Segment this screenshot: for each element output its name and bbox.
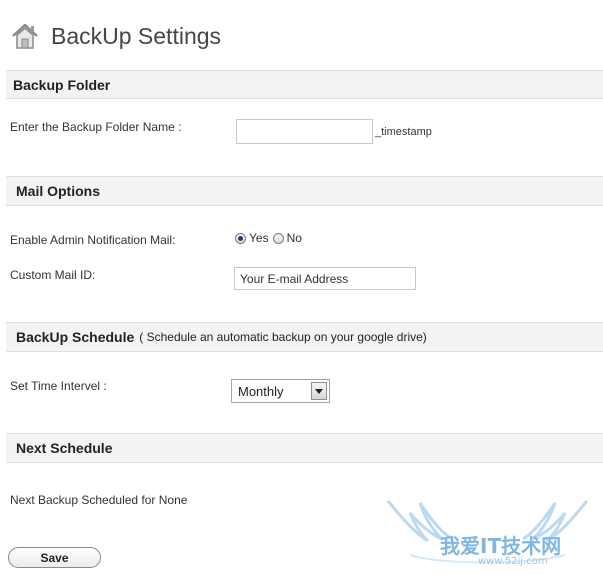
next-schedule-section-header: Next Schedule	[6, 433, 603, 463]
radio-yes[interactable]	[235, 232, 246, 244]
backup-folder-section-header: Backup Folder	[6, 70, 603, 99]
page-title: BackUp Settings	[51, 22, 222, 49]
radio-no[interactable]	[272, 232, 284, 244]
dropdown-arrow-icon[interactable]	[311, 382, 327, 400]
time-interval-select[interactable]: Monthly	[231, 379, 330, 403]
timestamp-suffix: _timestamp	[375, 126, 432, 138]
mail-options-section-header: Mail Options	[6, 176, 603, 206]
email-field[interactable]	[234, 267, 416, 290]
save-button[interactable]: Save	[8, 547, 101, 568]
backup-folder-input[interactable]	[236, 119, 373, 144]
watermark-url: www.52ij.com	[478, 556, 548, 567]
home-icon	[12, 23, 38, 49]
next-schedule-text: Next Backup Scheduled for None	[10, 493, 188, 507]
time-interval-value: Monthly	[238, 383, 284, 399]
notification-radio-group: Yes No	[235, 231, 306, 245]
schedule-section-header: BackUp Schedule ( Schedule an automatic …	[6, 322, 603, 352]
schedule-subheading: ( Schedule an automatic backup on your g…	[139, 330, 427, 344]
time-interval-label: Set Time Intervel :	[10, 379, 107, 393]
backup-folder-heading: Backup Folder	[13, 76, 111, 93]
watermark-text: 我爱IT技术网	[440, 534, 562, 558]
next-schedule-heading: Next Schedule	[16, 440, 113, 456]
schedule-heading: BackUp Schedule	[16, 329, 135, 345]
custom-mail-label: Custom Mail ID:	[10, 268, 96, 282]
backup-folder-label: Enter the Backup Folder Name :	[10, 120, 182, 134]
radio-no-label[interactable]: No	[287, 231, 302, 245]
notification-mail-label: Enable Admin Notification Mail:	[10, 233, 176, 247]
mail-options-heading: Mail Options	[16, 183, 100, 199]
radio-selected-dot	[238, 235, 243, 241]
radio-yes-label[interactable]: Yes	[249, 231, 269, 245]
page-header: BackUp Settings	[9, 18, 221, 54]
